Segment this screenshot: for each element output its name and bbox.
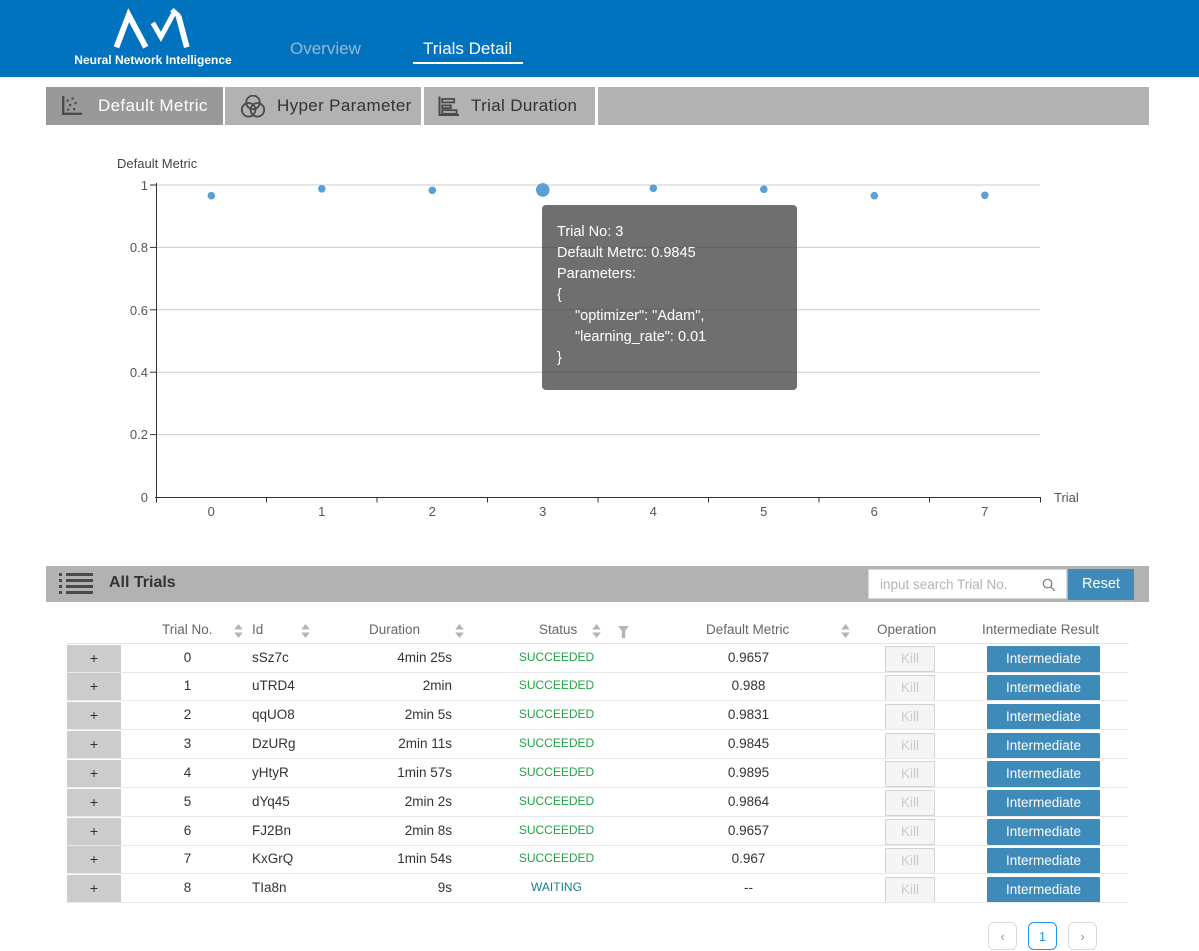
svg-text:"learning_rate": 0.01: "learning_rate": 0.01 <box>575 329 706 345</box>
svg-text:Default Metric: Default Metric <box>117 156 198 171</box>
svg-text:0.4: 0.4 <box>130 365 148 380</box>
svg-text:Default Metrc: 0.9845: Default Metrc: 0.9845 <box>557 245 696 261</box>
svg-text:0: 0 <box>141 490 148 505</box>
svg-text:Trial: Trial <box>1054 490 1079 505</box>
svg-text:7: 7 <box>981 504 988 519</box>
svg-text:6: 6 <box>871 504 878 519</box>
svg-text:0.6: 0.6 <box>130 303 148 318</box>
svg-text:Parameters:: Parameters: <box>557 266 636 282</box>
svg-text:3: 3 <box>539 504 546 519</box>
svg-text:2: 2 <box>429 504 436 519</box>
svg-text:4: 4 <box>650 504 657 519</box>
svg-text:1: 1 <box>141 178 148 193</box>
svg-text:5: 5 <box>760 504 767 519</box>
svg-text:0.8: 0.8 <box>130 240 148 255</box>
svg-text:Trial No: 3: Trial No: 3 <box>557 224 623 240</box>
svg-text:"optimizer": "Adam",: "optimizer": "Adam", <box>575 308 704 324</box>
svg-text:{: { <box>557 287 562 303</box>
svg-text:}: } <box>557 350 562 366</box>
svg-text:0: 0 <box>208 504 215 519</box>
svg-text:0.2: 0.2 <box>130 427 148 442</box>
svg-text:1: 1 <box>318 504 325 519</box>
